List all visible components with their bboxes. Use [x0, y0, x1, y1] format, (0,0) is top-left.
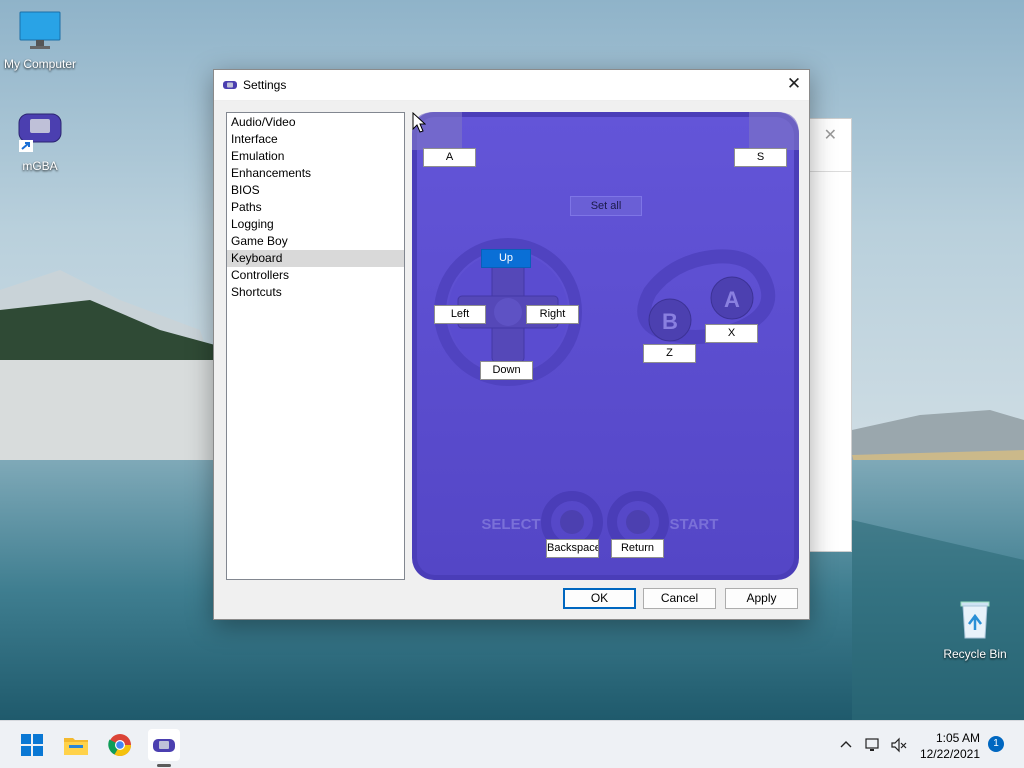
network-icon[interactable]: [864, 736, 882, 757]
time-display: 1:05 AM: [935, 731, 980, 745]
select-label: SELECT: [481, 516, 540, 533]
desktop-icon-mgba[interactable]: mGBA: [0, 110, 80, 173]
nav-item-enhancements[interactable]: Enhancements: [227, 165, 404, 182]
mouse-cursor-icon: [412, 112, 426, 133]
nav-item-controllers[interactable]: Controllers: [227, 267, 404, 284]
start-label: START: [670, 516, 719, 533]
gba-controller-graphic: B A SELECT START: [412, 112, 799, 580]
desktop-icon-label: My Computer: [3, 57, 77, 71]
gamepad-mapping-panel: B A SELECT START A S Set all Up Left Rig…: [412, 112, 799, 580]
nav-item-bios[interactable]: BIOS: [227, 182, 404, 199]
nav-item-game-boy[interactable]: Game Boy: [227, 233, 404, 250]
desktop-icon-my-computer[interactable]: My Computer: [0, 10, 80, 71]
nav-item-interface[interactable]: Interface: [227, 131, 404, 148]
settings-dialog: Settings ✕ Audio/Video Interface Emulati…: [213, 69, 810, 620]
key-field-r-shoulder[interactable]: S: [734, 148, 787, 167]
nav-item-emulation[interactable]: Emulation: [227, 148, 404, 165]
nav-item-audio-video[interactable]: Audio/Video: [227, 114, 404, 131]
notification-badge[interactable]: 1: [988, 736, 1004, 752]
close-icon[interactable]: ✕: [824, 125, 837, 144]
monitor-icon: [0, 10, 80, 55]
cancel-button[interactable]: Cancel: [643, 588, 716, 609]
gameboy-advance-icon: [0, 110, 80, 157]
chevron-up-icon[interactable]: [838, 737, 854, 756]
b-button-glyph: B: [662, 309, 678, 334]
recycle-bin-icon: [935, 598, 1015, 645]
key-field-l-shoulder[interactable]: A: [423, 148, 476, 167]
a-button-glyph: A: [724, 287, 740, 312]
file-explorer-icon[interactable]: [60, 729, 92, 761]
nav-item-logging[interactable]: Logging: [227, 216, 404, 233]
desktop-icon-label: Recycle Bin: [943, 647, 1007, 661]
taskbar: 1:05 AM 12/22/2021: [0, 720, 1024, 768]
divider: [806, 171, 851, 172]
nav-item-paths[interactable]: Paths: [227, 199, 404, 216]
key-field-start[interactable]: Return: [611, 539, 664, 558]
key-field-left[interactable]: Left: [434, 305, 486, 324]
set-all-button[interactable]: Set all: [570, 196, 642, 216]
nav-item-keyboard[interactable]: Keyboard: [227, 250, 404, 267]
clock[interactable]: 1:05 AM 12/22/2021: [920, 730, 980, 762]
date-display: 12/22/2021: [919, 747, 980, 761]
desktop-icon-recycle-bin[interactable]: Recycle Bin: [935, 598, 1015, 661]
title-bar[interactable]: Settings ✕: [214, 70, 809, 101]
background-window[interactable]: ✕: [805, 118, 852, 552]
mgba-icon: [223, 79, 237, 94]
desktop-icon-label: mGBA: [22, 159, 58, 173]
close-button[interactable]: ✕: [779, 70, 809, 100]
ok-button[interactable]: OK: [563, 588, 636, 609]
nav-item-shortcuts[interactable]: Shortcuts: [227, 284, 404, 301]
key-field-down[interactable]: Down: [480, 361, 533, 380]
dialog-title: Settings: [243, 78, 287, 92]
speaker-muted-icon[interactable]: [890, 736, 908, 757]
active-app-indicator: [157, 764, 171, 767]
apply-button[interactable]: Apply: [725, 588, 798, 609]
key-field-a-button[interactable]: X: [705, 324, 758, 343]
key-field-right[interactable]: Right: [526, 305, 579, 324]
settings-category-list: Audio/Video Interface Emulation Enhancem…: [226, 112, 405, 580]
mgba-icon[interactable]: [148, 729, 180, 761]
key-field-b-button[interactable]: Z: [643, 344, 696, 363]
key-field-select[interactable]: Backspace: [546, 539, 599, 558]
windows-start-icon[interactable]: [16, 729, 48, 761]
key-field-up[interactable]: Up: [481, 249, 531, 268]
chrome-icon[interactable]: [104, 729, 136, 761]
